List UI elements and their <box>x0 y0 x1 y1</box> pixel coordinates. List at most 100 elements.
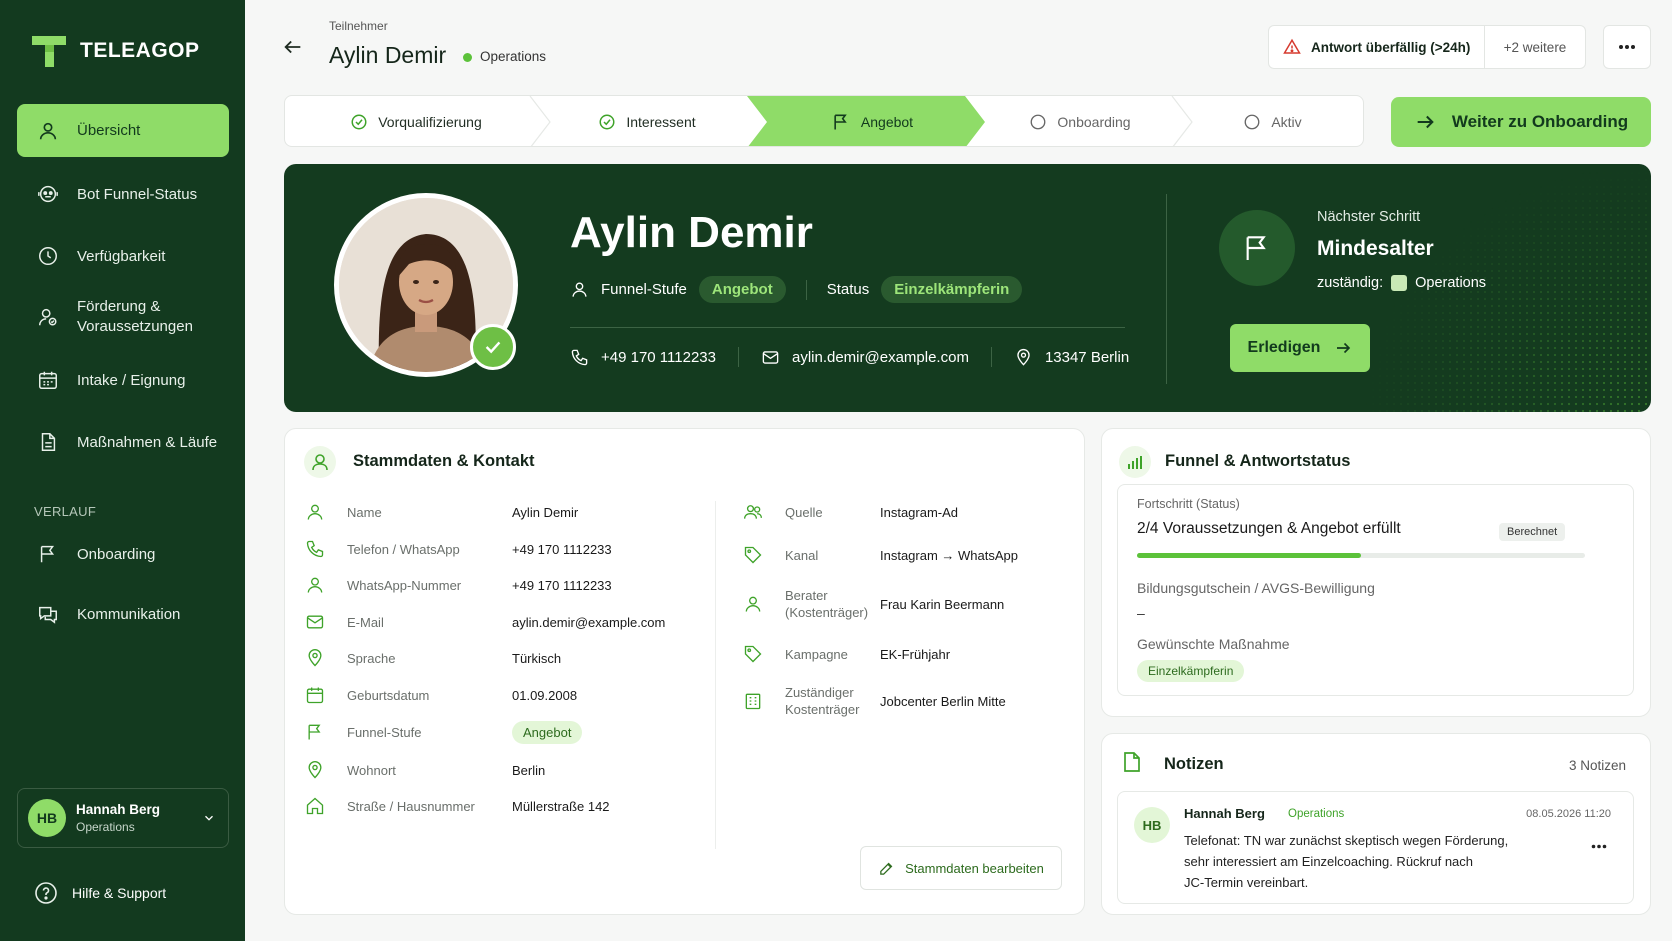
field-row: WhatsApp-Nummer +49 170 1112233 <box>305 575 612 595</box>
card-title: Funnel & Antwortstatus <box>1165 452 1351 470</box>
user-menu[interactable]: HB Hannah Berg Operations <box>17 788 229 848</box>
teleagop-logo-icon <box>32 36 66 67</box>
sidebar-item-bot-funnel-status[interactable]: Bot Funnel-Status <box>17 181 229 207</box>
step-vorqualifizierung[interactable]: Vorqualifizierung <box>285 96 547 146</box>
progress-bar-fill <box>1137 553 1361 558</box>
card-title: Stammdaten & Kontakt <box>353 452 535 470</box>
pin-icon <box>308 761 322 779</box>
back-button[interactable] <box>282 36 304 58</box>
master-data-card: Stammdaten & Kontakt Name Aylin Demir Tele… <box>284 428 1085 915</box>
flag-icon <box>308 724 321 740</box>
sidebar-item-verfuegbarkeit[interactable]: Verfügbarkeit <box>17 243 229 269</box>
field-value: Müllerstraße 142 <box>512 798 610 814</box>
field-value: Jobcenter Berlin Mitte <box>880 693 1006 709</box>
sidebar-item-foerderung[interactable]: Förderung & Voraussetzungen <box>17 295 229 339</box>
field-label-line: Kostenträger <box>785 702 860 717</box>
field-value: 01.09.2008 <box>512 687 578 703</box>
check-icon <box>485 341 501 354</box>
avatar: HB <box>28 799 66 837</box>
sidebar-item-onboarding[interactable]: Onboarding <box>17 541 229 567</box>
step-onboarding[interactable]: Onboarding <box>985 96 1175 146</box>
step-label: Angebot <box>860 114 914 130</box>
phone-icon <box>571 349 588 365</box>
step-label: Aktiv <box>1271 114 1302 130</box>
sidebar-item-label: Förderung & Voraussetzungen <box>77 297 193 337</box>
warning-icon <box>1283 38 1301 54</box>
home-icon <box>306 797 324 815</box>
field-label-line: Zuständiger <box>785 685 854 700</box>
brand-logo[interactable]: TELEAGOP <box>30 32 200 70</box>
button-label: Erledigen <box>1247 339 1321 356</box>
next-step-label: Nächster Schritt <box>1317 209 1421 225</box>
note-menu-button[interactable] <box>1591 844 1607 849</box>
more-horizontal-icon <box>1591 844 1607 849</box>
overdue-alert[interactable]: Antwort überfällig (>24h) <box>1269 26 1485 68</box>
user-icon <box>745 596 761 612</box>
sidebar-item-uebersicht[interactable]: Übersicht <box>17 104 229 157</box>
arrow-left-icon <box>284 40 301 54</box>
step-aktiv[interactable]: Aktiv <box>1185 96 1360 146</box>
divider <box>570 327 1125 328</box>
more-options-button[interactable] <box>1603 25 1651 69</box>
tag-icon <box>744 546 762 564</box>
field-row: Zuständiger Kostenträger Jobcenter Berlin … <box>743 683 1006 719</box>
step-angebot[interactable]: Angebot <box>767 96 977 146</box>
divider <box>990 347 992 367</box>
email-link[interactable]: aylin.demir@example.com <box>792 349 969 366</box>
field-row: Berater (Kostenträger) Frau Karin Beermann <box>743 586 1004 622</box>
field-row: Straße / Hausnummer Müllerstraße 142 <box>305 796 610 816</box>
bot-icon <box>38 185 58 203</box>
arrow-right-icon <box>1337 342 1351 354</box>
pencil-icon <box>880 862 893 875</box>
hero-contact-row: +49 170 1112233 aylin.demir@example.com … <box>570 347 1129 367</box>
users-icon <box>744 505 762 519</box>
field-label: Wohnort <box>347 762 396 778</box>
field-value: Angebot <box>512 720 583 744</box>
field-row: Telefon / WhatsApp +49 170 1112233 <box>305 539 612 559</box>
next-stage-button[interactable]: Weiter zu Onboarding <box>1391 97 1651 147</box>
phone-link[interactable]: +49 170 1112233 <box>601 349 716 366</box>
check-circle-icon <box>599 114 615 130</box>
sidebar-item-kommunikation[interactable]: Kommunikation <box>17 601 229 627</box>
field-label: Straße / Hausnummer <box>347 798 475 814</box>
button-label: Stammdaten bearbeiten <box>905 860 1044 876</box>
arrow-right-icon <box>1417 115 1434 129</box>
field-label: Name <box>347 504 382 520</box>
more-alerts-link[interactable]: +2 weitere <box>1485 40 1585 55</box>
help-label: Hilfe & Support <box>72 885 167 901</box>
voucher-label: Bildungsgutschein / AVGS-Bewilligung <box>1137 580 1375 596</box>
sidebar-item-label: Kommunikation <box>77 605 181 623</box>
help-support-link[interactable]: Hilfe & Support <box>34 881 166 905</box>
notes-count[interactable]: 3 Notizen <box>1569 758 1626 773</box>
mail-icon <box>762 350 779 364</box>
note-item: HB Hannah Berg Operations 08.05.2026 11:… <box>1117 791 1634 904</box>
map-pin-icon <box>1017 348 1030 366</box>
team-icon <box>1391 275 1408 291</box>
field-row: Geburtsdatum 01.09.2008 <box>305 685 577 705</box>
alert-label: Antwort überfällig (>24h) <box>1311 39 1471 55</box>
edit-master-data-button[interactable]: Stammdaten bearbeiten <box>860 846 1062 890</box>
field-value: Instagram-Ad <box>880 504 959 520</box>
pin-icon <box>308 649 322 667</box>
sidebar-item-massnahmen[interactable]: Maßnahmen & Läufe <box>17 429 229 455</box>
calendar-icon <box>39 371 57 389</box>
breadcrumb[interactable]: Teilnehmer <box>329 19 388 33</box>
note-team: Operations <box>1288 808 1345 820</box>
progress-label: Fortschritt (Status) <box>1137 497 1240 511</box>
user-icon <box>307 577 323 593</box>
field-row: Kanal Instagram → WhatsApp <box>743 537 1018 573</box>
field-row: Name Aylin Demir <box>305 502 578 522</box>
owner-value: Operations <box>1415 275 1487 291</box>
chat-icon <box>39 606 57 624</box>
next-step-owner: zuständig: Operations <box>1317 275 1486 291</box>
note-icon <box>1124 752 1140 772</box>
sidebar-item-intake-eignung[interactable]: Intake / Eignung <box>17 367 229 393</box>
field-value: +49 170 1112233 <box>512 577 612 593</box>
participant-name: Aylin Demir <box>570 208 813 257</box>
field-row: Sprache Türkisch <box>305 648 561 668</box>
complete-step-button[interactable]: Erledigen <box>1230 324 1370 372</box>
status-badge: Einzelkämpferin <box>881 276 1023 303</box>
cta-label: Weiter zu Onboarding <box>1451 112 1629 131</box>
field-label: Quelle <box>785 504 880 521</box>
step-interessent[interactable]: Interessent <box>547 96 747 146</box>
